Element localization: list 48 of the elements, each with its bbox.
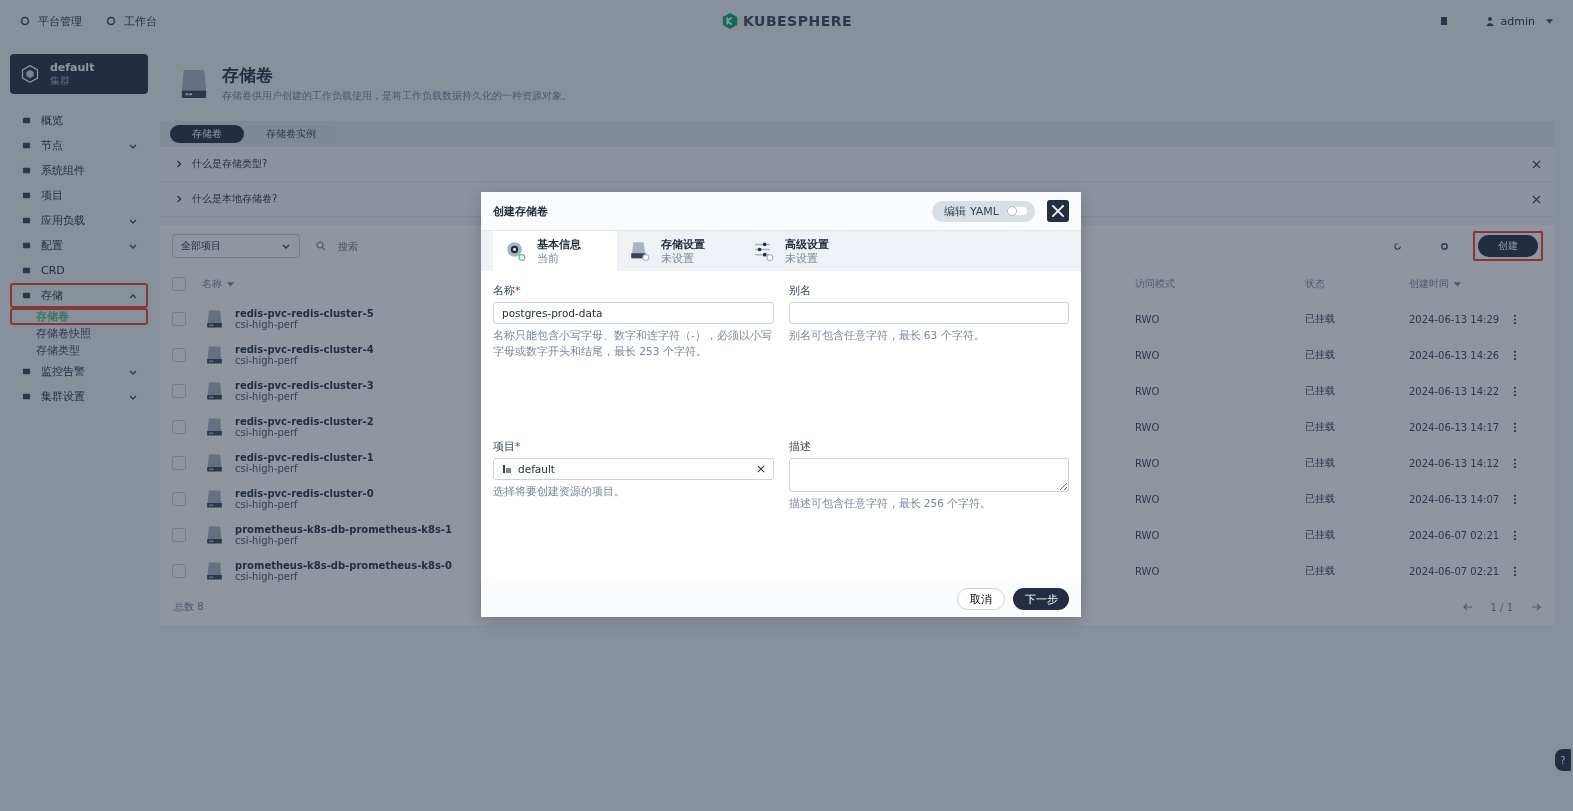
field-hint: 描述可包含任意字符，最长 256 个字符。 (788, 495, 993, 511)
storage-class: csi-high-perf (235, 535, 298, 546)
table-cell-text: RWO (1135, 421, 1161, 433)
table-cell-text: 已挂载 (1305, 492, 1336, 506)
table-cell-text: 已挂载 (1305, 528, 1336, 542)
table-cell-text: RWO (1135, 313, 1161, 325)
table-cell-text: 2024-06-13 14:17 (1409, 421, 1501, 433)
table-cell-text: RWO (1135, 349, 1161, 361)
table-cell-text: 已挂载 (1305, 348, 1336, 362)
field-hint: 别名可包含任意字符，最长 63 个字符。 (788, 328, 986, 343)
storage-class: csi-high-perf (235, 499, 298, 510)
field-label: 名称* (493, 283, 522, 298)
table-cell-text: 2024-06-13 14:07 (1409, 493, 1501, 505)
table-cell-text: RWO (1135, 493, 1161, 505)
storage-class: csi-high-perf (235, 571, 298, 582)
field-label: 项目* (493, 438, 522, 454)
page-indicator: 1 / 1 (1490, 601, 1513, 613)
storage-class: csi-high-perf (235, 391, 298, 402)
storage-class: csi-high-perf (235, 319, 298, 330)
table-cell-text: RWO (1135, 385, 1161, 397)
field-hint: 选择将要创建资源的项目。 (493, 483, 626, 499)
table-cell-text: RWO (1135, 565, 1161, 577)
dialog-title: 创建存储卷 (493, 203, 549, 219)
table-cell-text: 2024-06-13 14:12 (1409, 457, 1501, 469)
table-cell-text: 已挂载 (1305, 420, 1336, 434)
cluster-name: default (50, 60, 95, 74)
field-label: 描述 (788, 438, 812, 454)
table-cell-text: 已挂载 (1305, 312, 1336, 326)
storage-class: csi-high-perf (235, 463, 298, 474)
storage-class: csi-high-perf (235, 427, 298, 438)
field-hint: 名称只能包含小写字母、数字和连字符（-），必须以小写字母或数字开头和结尾，最长 253 个字符。 (493, 328, 773, 359)
page-title: 存储卷 (222, 64, 274, 87)
table-cell-text: 2024-06-13 14:29 (1409, 313, 1501, 325)
table-cell-text: 2024-06-07 02:21 (1409, 565, 1501, 577)
banner-text: 什么是本地存储卷? (192, 192, 279, 206)
banner-text: 什么是存储类型? (192, 157, 269, 171)
table-cell-text: 已挂载 (1305, 564, 1336, 578)
table-cell-text: 已挂载 (1305, 456, 1336, 470)
table-cell-text: 2024-06-13 14:22 (1409, 385, 1501, 397)
field-label: 别名 (788, 283, 812, 298)
table-cell-text: 已挂载 (1305, 384, 1336, 398)
table-cell-text: RWO (1135, 529, 1161, 541)
table-cell-text: 2024-06-07 02:21 (1409, 529, 1501, 541)
storage-class: csi-high-perf (235, 355, 298, 366)
table-cell-text: RWO (1135, 457, 1161, 469)
table-cell-text: 2024-06-13 14:26 (1409, 349, 1501, 361)
cluster-type: 集群 (50, 73, 71, 88)
logo-text: KUBESPHERE (742, 13, 853, 29)
